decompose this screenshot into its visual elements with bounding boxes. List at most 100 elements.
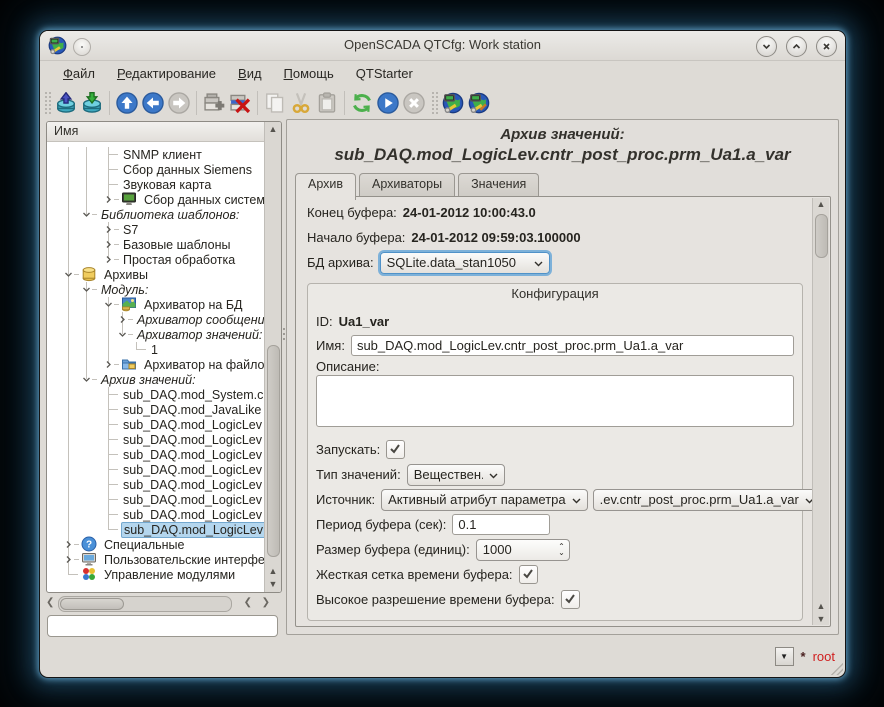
scroll-down-icon[interactable]: ▼ — [813, 614, 829, 624]
archive-db-combo[interactable]: SQLite.data_stan1050 — [380, 252, 550, 274]
tree-item[interactable]: sub_DAQ.mod_LogicLev — [47, 507, 265, 522]
tree-filter-input[interactable] — [47, 615, 278, 637]
high-res-checkbox[interactable] — [561, 590, 580, 609]
content-vertical-scrollbar[interactable]: ▲ ▲ ▼ — [812, 198, 829, 625]
start-button[interactable] — [375, 88, 401, 118]
titlebar[interactable]: OpenSCADA QTCfg: Work station — [40, 31, 845, 61]
up-button[interactable] — [114, 88, 140, 118]
tree-vertical-scrollbar[interactable]: ▲ ▲ ▼ — [264, 122, 281, 592]
maximize-button[interactable] — [786, 36, 807, 57]
scroll-left-icon[interactable]: ❮ — [244, 597, 252, 608]
hard-grid-checkbox[interactable] — [519, 565, 538, 584]
tree-scroll-thumb[interactable] — [267, 345, 280, 557]
tree-item[interactable]: SNMP клиент — [47, 147, 265, 162]
tree-item[interactable]: Звуковая карта — [47, 177, 265, 192]
tree-item[interactable]: Простая обработка — [47, 252, 265, 267]
tree-item[interactable]: sub_DAQ.mod_LogicLev — [47, 417, 265, 432]
tree-item[interactable]: 1 — [47, 342, 265, 357]
source-type-combo[interactable]: Активный атрибут параметра — [381, 489, 588, 511]
source-value-combo[interactable]: .ev.cntr_post_proc.prm_Ua1.a_var — [593, 489, 813, 511]
name-input[interactable]: sub_DAQ.mod_LogicLev.cntr_post_proc.prm_… — [351, 335, 794, 356]
toolbar-handle[interactable] — [44, 91, 51, 115]
collapse-icon[interactable] — [104, 300, 113, 309]
expand-icon[interactable] — [118, 315, 127, 324]
tree-item[interactable]: S7 — [47, 222, 265, 237]
expand-icon[interactable] — [104, 225, 113, 234]
collapse-icon[interactable] — [64, 270, 73, 279]
tree-horizontal-scrollbar[interactable]: ❮ ❮ ❯ — [46, 596, 282, 611]
menu-3[interactable]: Вид — [227, 63, 273, 84]
buffer-period-input[interactable]: 0.1 — [452, 514, 550, 535]
tree-item[interactable]: sub_DAQ.mod_LogicLev — [47, 432, 265, 447]
buffer-size-spinbox[interactable]: 1000⌃⌄ — [476, 539, 570, 561]
tree-item[interactable]: sub_DAQ.mod_JavaLike — [47, 402, 265, 417]
scroll-up-icon[interactable]: ▲ — [813, 601, 829, 611]
collapse-icon[interactable] — [82, 285, 91, 294]
expand-icon[interactable] — [104, 360, 113, 369]
tree-item[interactable]: sub_DAQ.mod_LogicLev — [47, 462, 265, 477]
qtstarter-button[interactable] — [466, 88, 492, 118]
expand-icon[interactable] — [64, 555, 73, 564]
close-button[interactable] — [816, 36, 837, 57]
run-checkbox[interactable] — [386, 440, 405, 459]
collapse-icon[interactable] — [82, 210, 91, 219]
stop-button[interactable] — [401, 88, 427, 118]
tree-item[interactable]: sub_DAQ.mod_LogicLev — [47, 477, 265, 492]
tree-item[interactable]: sub_DAQ.mod_LogicLev — [47, 447, 265, 462]
menu-1[interactable]: Файл — [52, 63, 106, 84]
tree-item[interactable]: Сбор данных системы — [47, 192, 265, 207]
scroll-up-icon[interactable]: ▲ — [813, 199, 829, 209]
qtcfg-button[interactable] — [440, 88, 466, 118]
tree-item[interactable]: Управление модулями — [47, 567, 265, 582]
save-button[interactable] — [79, 88, 105, 118]
delete-item-button[interactable] — [227, 88, 253, 118]
value-type-combo[interactable]: Веществен. — [407, 464, 505, 486]
tab-1[interactable]: Архив — [295, 173, 356, 200]
tree-item[interactable]: Пользовательские интерфейсы — [47, 552, 265, 567]
tree-item[interactable]: Архиватор сообщений: — [47, 312, 265, 327]
expand-icon[interactable] — [104, 240, 113, 249]
forward-button[interactable] — [166, 88, 192, 118]
minimize-button[interactable] — [756, 36, 777, 57]
tree-item[interactable]: Архиватор на БД — [47, 297, 265, 312]
tree-item[interactable]: Сбор данных Siemens — [47, 162, 265, 177]
tree-item[interactable]: sub_DAQ.mod_LogicLev — [47, 492, 265, 507]
load-button[interactable] — [53, 88, 79, 118]
user-dropdown-button[interactable]: ▼ — [775, 647, 794, 666]
tab-3[interactable]: Значения — [458, 173, 539, 196]
resize-grip[interactable] — [831, 663, 843, 675]
collapse-icon[interactable] — [118, 330, 127, 339]
tree-item[interactable]: Архиватор значений: — [47, 327, 265, 342]
expand-icon[interactable] — [104, 195, 113, 204]
tree-header[interactable]: Имя — [47, 122, 265, 142]
content-scroll-thumb[interactable] — [815, 214, 828, 258]
menu-5[interactable]: QTStarter — [345, 63, 424, 84]
tree-item[interactable]: ?Специальные — [47, 537, 265, 552]
tree-item[interactable]: sub_DAQ.mod_LogicLev — [47, 522, 265, 537]
back-button[interactable] — [140, 88, 166, 118]
refresh-button[interactable] — [349, 88, 375, 118]
expand-icon[interactable] — [64, 540, 73, 549]
cut-button[interactable] — [288, 88, 314, 118]
tab-2[interactable]: Архиваторы — [359, 173, 455, 196]
description-textarea[interactable] — [316, 375, 794, 427]
scroll-up-icon[interactable]: ▲ — [265, 123, 281, 136]
collapse-icon[interactable] — [82, 375, 91, 384]
expand-icon[interactable] — [104, 255, 113, 264]
tree-item[interactable]: Архив значений: — [47, 372, 265, 387]
tree-item[interactable]: Модуль: — [47, 282, 265, 297]
scroll-down-icon[interactable]: ▼ — [265, 578, 281, 591]
tree-item[interactable]: sub_DAQ.mod_System.c — [47, 387, 265, 402]
tree-item[interactable]: Архиватор на файловую систему — [47, 357, 265, 372]
scroll-right-icon[interactable]: ❯ — [262, 597, 270, 608]
copy-button[interactable] — [262, 88, 288, 118]
menu-4[interactable]: Помощь — [273, 63, 345, 84]
scroll-left-icon[interactable]: ❮ — [46, 597, 54, 608]
menu-2[interactable]: Редактирование — [106, 63, 227, 84]
toolbar-handle[interactable] — [431, 91, 438, 115]
spin-arrows-icon[interactable]: ⌃⌄ — [558, 544, 565, 556]
tree-item[interactable]: Библиотека шаблонов: — [47, 207, 265, 222]
tree-hscroll-thumb[interactable] — [60, 598, 124, 610]
tree-item[interactable]: Базовые шаблоны — [47, 237, 265, 252]
scroll-up-icon[interactable]: ▲ — [265, 565, 281, 578]
